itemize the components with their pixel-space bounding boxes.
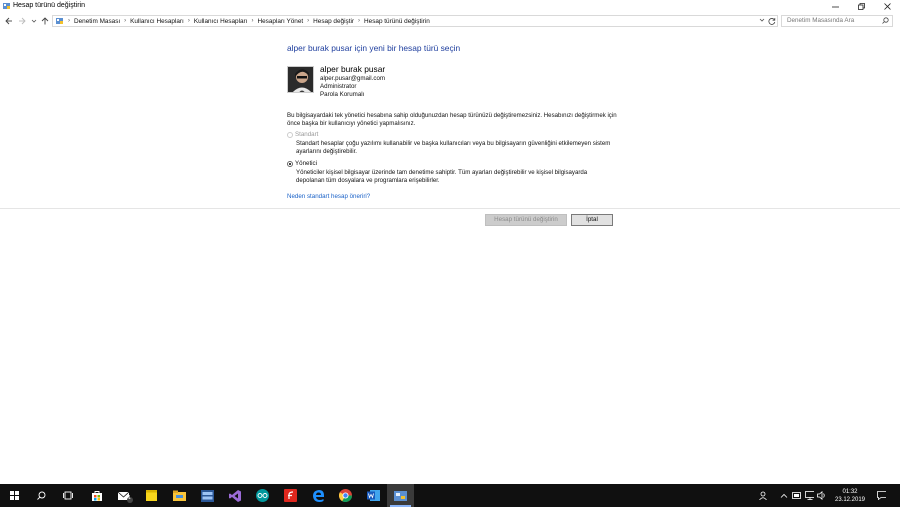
why-standard-link[interactable]: Neden standart hesap öneriri?: [287, 193, 370, 200]
arduino-app[interactable]: [254, 487, 271, 504]
chrome-app[interactable]: [337, 487, 354, 504]
taskbar-search-button[interactable]: [33, 487, 50, 504]
breadcrumb-item[interactable]: Hesap türünü değiştirin: [364, 18, 430, 25]
up-arrow-icon: [41, 17, 49, 25]
edge-icon: [313, 490, 324, 502]
address-box[interactable]: › Denetim Masası › Kullanıcı Hesapları ›…: [52, 15, 778, 27]
control-panel-window: Hesap türünü değiştirin › Denetim Masası…: [0, 0, 900, 484]
chevron-up-icon[interactable]: [779, 491, 788, 500]
flash-icon: [284, 489, 297, 502]
network-icon[interactable]: [805, 491, 814, 500]
window-title: Hesap türünü değiştirin: [13, 2, 85, 9]
volume-icon[interactable]: [817, 491, 826, 500]
sticky-notes-app[interactable]: [143, 487, 160, 504]
back-arrow-icon: [5, 17, 12, 25]
chevron-down-icon[interactable]: [759, 17, 765, 25]
arduino-icon: [256, 489, 269, 502]
search-icon: [882, 17, 889, 24]
breadcrumb-item[interactable]: Kullanıcı Hesapları: [130, 18, 184, 25]
store-app[interactable]: [88, 487, 105, 504]
chevron-right-icon[interactable]: ›: [188, 18, 190, 24]
change-account-type-button[interactable]: Hesap türünü değiştirin: [485, 214, 567, 226]
mail-badge: 1: [128, 495, 131, 501]
control-panel-icon: [3, 3, 10, 9]
avatar: [287, 66, 314, 93]
minimize-button[interactable]: [822, 0, 848, 13]
breadcrumb-item[interactable]: Hesap değiştir: [313, 18, 354, 25]
user-role: Administrator: [320, 83, 357, 90]
chevron-right-icon: ›: [68, 18, 70, 24]
title-bar: Hesap türünü değiştirin: [0, 0, 900, 13]
forward-button[interactable]: [17, 15, 27, 27]
breadcrumb-item[interactable]: Kullanıcı Hesapları: [194, 18, 248, 25]
mail-app[interactable]: 1: [116, 487, 133, 504]
control-panel-icon: [394, 490, 407, 501]
search-input[interactable]: Denetim Masasında Ara: [781, 15, 893, 27]
user-name: alper burak pusar: [320, 64, 386, 74]
search-icon: [37, 491, 46, 500]
chevron-right-icon[interactable]: ›: [307, 18, 309, 24]
file-explorer-icon: [173, 490, 186, 501]
chevron-right-icon[interactable]: ›: [358, 18, 360, 24]
admin-label: Yönetici: [295, 160, 318, 167]
cancel-button[interactable]: İptal: [571, 214, 613, 226]
people-icon[interactable]: [759, 491, 768, 500]
user-protection: Parola Korumalı: [320, 91, 365, 98]
user-email: alper.pusar@gmail.com: [320, 75, 386, 82]
control-panel-app[interactable]: [392, 487, 409, 504]
close-button[interactable]: [874, 0, 900, 13]
chrome-icon: [339, 489, 352, 502]
sticky-notes-icon: [146, 490, 157, 501]
start-icon: [10, 491, 19, 500]
restore-icon: [857, 3, 865, 10]
standard-label: Standart: [295, 131, 319, 138]
clock[interactable]: 01:32 23.12.2019: [826, 488, 874, 504]
control-panel-icon: [56, 18, 63, 24]
flash-app[interactable]: [282, 487, 299, 504]
start-button[interactable]: [6, 487, 23, 504]
taskbar: 1 01:32 23.12.2019: [0, 484, 900, 507]
visual-studio-app[interactable]: [226, 487, 243, 504]
admin-radio[interactable]: [287, 160, 293, 167]
visual-studio-icon: [228, 489, 241, 502]
address-bar-row: › Denetim Masası › Kullanıcı Hesapları ›…: [0, 14, 900, 28]
standard-radio[interactable]: [287, 131, 293, 138]
chevron-right-icon[interactable]: ›: [124, 18, 126, 24]
standard-option[interactable]: Standart: [287, 131, 318, 138]
search-placeholder: Denetim Masasında Ara: [787, 17, 855, 24]
admin-description: Yöneticiler kişisel bilgisayar üzerinde …: [296, 168, 588, 184]
forward-arrow-icon: [19, 17, 26, 25]
standard-description: Standart hesaplar çoğu yazılımı kullanab…: [296, 139, 611, 155]
app-icon: [201, 489, 214, 502]
divider: [0, 208, 900, 209]
file-explorer-app[interactable]: [171, 487, 188, 504]
back-button[interactable]: [4, 15, 14, 27]
edge-app[interactable]: [310, 487, 327, 504]
admin-option[interactable]: Yönetici: [287, 160, 317, 167]
breadcrumb-item[interactable]: Denetim Masası: [74, 18, 120, 25]
notifications-icon[interactable]: [877, 491, 886, 500]
recent-locations-button[interactable]: [29, 15, 39, 27]
clock-date: 23.12.2019: [834, 497, 866, 503]
task-view-button[interactable]: [59, 487, 76, 504]
chevron-down-icon: [31, 19, 37, 23]
close-icon: [883, 3, 891, 10]
store-icon: [91, 490, 102, 501]
minimize-icon: [831, 6, 839, 8]
refresh-icon[interactable]: [768, 16, 776, 27]
clock-time: 01:32: [842, 489, 858, 495]
word-icon: [367, 490, 380, 501]
page-title: alper burak pusar için yeni bir hesap tü…: [287, 43, 461, 53]
word-app[interactable]: [365, 487, 382, 504]
chevron-right-icon[interactable]: ›: [251, 18, 253, 24]
restore-button[interactable]: [848, 0, 874, 13]
notice-text: Bu bilgisayardaki tek yönetici hesabına …: [287, 112, 617, 128]
battery-icon[interactable]: [792, 491, 801, 500]
up-button[interactable]: [40, 15, 50, 27]
taskbar-app[interactable]: [199, 487, 216, 504]
task-view-icon: [62, 491, 73, 500]
breadcrumb-item[interactable]: Hesapları Yönet: [257, 18, 303, 25]
